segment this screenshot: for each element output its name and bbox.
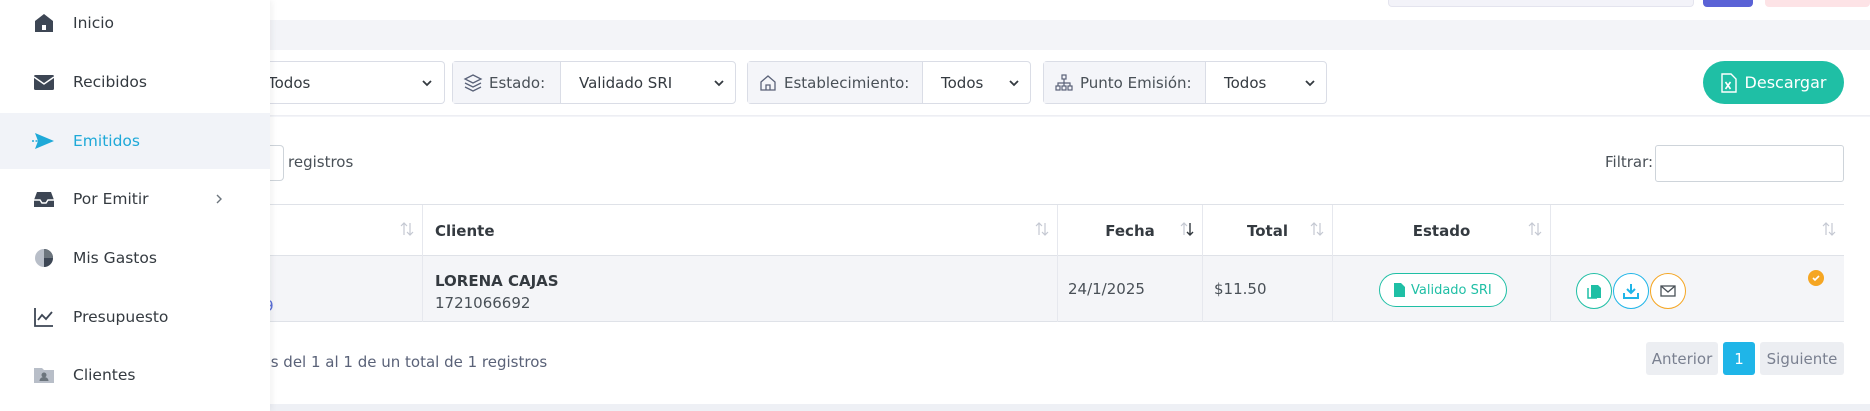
estado-value: Validado SRI xyxy=(579,73,673,92)
punto-emision-value: Todos xyxy=(1224,73,1267,92)
estado-filter-group: Estado: Validado SRI xyxy=(452,61,736,104)
download-icon xyxy=(1623,284,1639,299)
document-total: $11.50 xyxy=(1214,280,1267,298)
download-document-button[interactable] xyxy=(1613,273,1649,309)
bottom-divider xyxy=(0,404,1870,411)
top-primary-button[interactable] xyxy=(1703,0,1753,7)
chevron-down-icon xyxy=(1009,79,1019,86)
sidebar-item-emitidos[interactable]: Emitidos xyxy=(0,113,270,169)
punto-emision-select[interactable]: Todos xyxy=(1206,62,1326,103)
client-name: LORENA CAJAS xyxy=(435,272,559,290)
chevron-down-icon xyxy=(1305,79,1315,86)
pagination-previous[interactable]: Anterior xyxy=(1646,342,1718,375)
sidebar-item-recibidos[interactable]: Recibidos xyxy=(0,54,270,110)
table-row: 00029 LORENA CAJAS 1721066692 24/1/2025 … xyxy=(226,256,1844,322)
first-filter-value: Todos xyxy=(268,73,311,92)
download-button[interactable]: Descargar xyxy=(1703,61,1844,104)
top-search-input[interactable] xyxy=(1388,0,1694,7)
send-email-button[interactable] xyxy=(1650,273,1686,309)
layers-icon xyxy=(463,73,483,92)
column-header-actions[interactable] xyxy=(1550,205,1844,256)
pagination-page-1[interactable]: 1 xyxy=(1723,342,1755,375)
pagination-next[interactable]: Siguiente xyxy=(1760,342,1844,375)
establecimiento-value: Todos xyxy=(941,73,984,92)
sort-icon xyxy=(1310,222,1324,236)
email-sent-check-icon xyxy=(1808,270,1824,286)
column-header-fecha[interactable]: Fecha xyxy=(1057,205,1202,256)
chevron-down-icon xyxy=(422,79,432,86)
sort-icon xyxy=(1035,222,1049,236)
chevron-down-icon xyxy=(714,79,724,86)
line-chart-icon xyxy=(34,308,53,327)
file-icon xyxy=(1394,283,1405,297)
sort-icon xyxy=(1528,222,1542,236)
user-folder-icon xyxy=(34,368,54,383)
first-filter-group: Todos xyxy=(262,61,445,104)
table-filter-label: Filtrar: xyxy=(1605,153,1654,171)
cell-estado: Validado SRI xyxy=(1332,256,1550,322)
sidebar-item-presupuesto[interactable]: Presupuesto xyxy=(0,289,270,345)
mail-icon xyxy=(33,75,55,90)
table-filter-input[interactable] xyxy=(1655,145,1844,182)
records-card: registros Filtrar: Cliente Fecha Total E… xyxy=(0,117,1870,404)
top-secondary-button[interactable] xyxy=(1765,0,1870,7)
cell-total: $11.50 xyxy=(1202,256,1332,322)
view-document-button[interactable] xyxy=(1576,273,1612,309)
punto-emision-filter-group: Punto Emisión: Todos xyxy=(1043,61,1327,104)
sort-icon xyxy=(400,222,414,236)
sidebar-item-mis-gastos[interactable]: Mis Gastos xyxy=(0,230,270,286)
establecimiento-filter-group: Establecimiento: Todos xyxy=(747,61,1031,104)
cell-fecha: 24/1/2025 xyxy=(1057,256,1202,322)
first-filter-select[interactable]: Todos xyxy=(262,62,443,103)
cell-actions xyxy=(1550,256,1844,322)
top-header xyxy=(0,0,1870,20)
copy-document-icon xyxy=(1587,285,1601,299)
status-badge: Validado SRI xyxy=(1379,273,1507,307)
excel-file-icon xyxy=(1720,72,1737,93)
sidebar: Inicio Recibidos Emitidos Por Emitir Mis… xyxy=(0,0,270,411)
establecimiento-filter-label: Establecimiento: xyxy=(748,62,923,103)
establecimiento-select[interactable]: Todos xyxy=(923,62,1030,103)
pie-chart-icon xyxy=(35,249,53,267)
sort-desc-icon xyxy=(1180,222,1194,236)
filter-bar: Todos Estado: Validado SRI Establecimien… xyxy=(0,50,1870,116)
column-header-estado[interactable]: Estado xyxy=(1332,205,1550,256)
column-header-total[interactable]: Total xyxy=(1202,205,1332,256)
estado-filter-label: Estado: xyxy=(453,62,561,103)
chevron-right-icon xyxy=(216,194,222,204)
page-length-suffix: registros xyxy=(288,153,354,171)
table-info: stros del 1 al 1 de un total de 1 regist… xyxy=(242,353,548,371)
sidebar-item-inicio[interactable]: Inicio xyxy=(0,0,270,51)
house-icon xyxy=(760,74,776,91)
column-header-cliente[interactable]: Cliente xyxy=(422,205,1057,256)
cell-cliente: LORENA CAJAS 1721066692 xyxy=(422,256,1057,322)
table-header: Cliente Fecha Total Estado xyxy=(226,204,1844,256)
sort-icon xyxy=(1822,222,1836,236)
document-date: 24/1/2025 xyxy=(1068,280,1145,298)
envelope-icon xyxy=(1660,285,1676,297)
estado-select[interactable]: Validado SRI xyxy=(561,62,735,103)
home-icon xyxy=(35,14,53,32)
sidebar-item-clientes[interactable]: Clientes xyxy=(0,347,270,403)
inbox-icon xyxy=(34,192,54,207)
punto-emision-filter-label: Punto Emisión: xyxy=(1044,62,1206,103)
client-id: 1721066692 xyxy=(435,294,531,312)
sidebar-item-por-emitir[interactable]: Por Emitir xyxy=(0,171,270,227)
sitemap-icon xyxy=(1055,73,1073,91)
send-icon xyxy=(32,133,54,149)
